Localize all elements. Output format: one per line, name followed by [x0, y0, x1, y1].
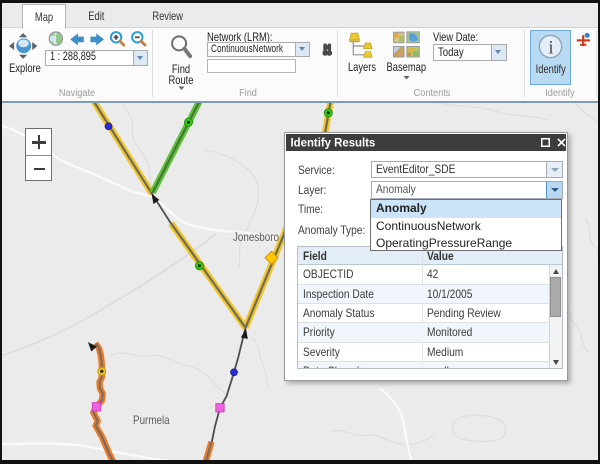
svg-text:i: i	[548, 38, 553, 59]
svg-text:Identify Results: Identify Results	[291, 137, 376, 150]
